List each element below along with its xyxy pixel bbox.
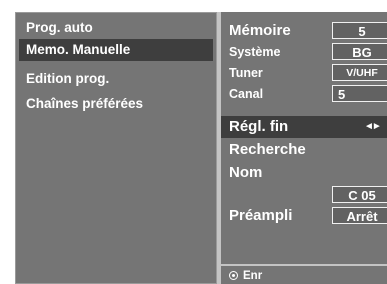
main-menu: Prog. auto Memo. Manuelle Edition prog. … xyxy=(15,12,217,284)
menu-item-label: Chaînes préférées xyxy=(26,96,144,111)
menu-item-edition-prog[interactable]: Edition prog. xyxy=(19,68,213,90)
menu-item-memo-manuelle[interactable]: Memo. Manuelle xyxy=(19,39,213,61)
settings-panel: Mémoire 5 Système BG Tuner V/UHF Canal 5… xyxy=(221,12,387,284)
setting-label: Recherche xyxy=(229,141,306,158)
save-button[interactable]: Enr xyxy=(229,268,262,284)
setting-label: Mémoire xyxy=(229,22,291,39)
save-label: Enr xyxy=(243,270,263,282)
setting-label: Préampli xyxy=(229,207,293,224)
setting-nom[interactable]: Nom xyxy=(221,162,387,184)
setting-nom-value-row[interactable]: C 05 xyxy=(221,184,387,206)
preampli-value[interactable]: Arrêt xyxy=(332,207,387,224)
setting-label: Canal xyxy=(229,87,264,101)
left-right-arrows-icon[interactable]: ◄► xyxy=(364,116,382,138)
canal-value[interactable]: 5 xyxy=(332,85,387,102)
radio-button-icon xyxy=(229,271,238,280)
setting-reglage-fin[interactable]: Régl. fin ◄► xyxy=(221,116,387,138)
menu-item-label: Edition prog. xyxy=(26,71,110,86)
setting-preampli[interactable]: Préampli Arrêt xyxy=(221,205,387,227)
setting-canal[interactable]: Canal 5 xyxy=(221,83,387,105)
setting-memoire[interactable]: Mémoire 5 xyxy=(221,20,387,42)
setting-recherche[interactable]: Recherche xyxy=(221,139,387,161)
memoire-value[interactable]: 5 xyxy=(332,22,387,39)
systeme-value[interactable]: BG xyxy=(332,43,387,60)
footer-divider xyxy=(221,264,387,266)
tuner-value[interactable]: V/UHF xyxy=(332,64,387,81)
setting-label: Régl. fin xyxy=(229,118,289,135)
menu-item-prog-auto[interactable]: Prog. auto xyxy=(19,17,213,39)
menu-item-label: Memo. Manuelle xyxy=(26,42,131,57)
setting-label: Nom xyxy=(229,164,263,181)
setting-label: Tuner xyxy=(229,66,263,80)
menu-item-label: Prog. auto xyxy=(26,20,93,35)
tv-osd-menu: Prog. auto Memo. Manuelle Edition prog. … xyxy=(15,12,387,284)
menu-item-chaines-preferees[interactable]: Chaînes préférées xyxy=(19,93,213,115)
setting-systeme[interactable]: Système BG xyxy=(221,41,387,63)
setting-label: Système xyxy=(229,45,281,59)
nom-value[interactable]: C 05 xyxy=(332,186,387,203)
setting-tuner[interactable]: Tuner V/UHF xyxy=(221,62,387,84)
